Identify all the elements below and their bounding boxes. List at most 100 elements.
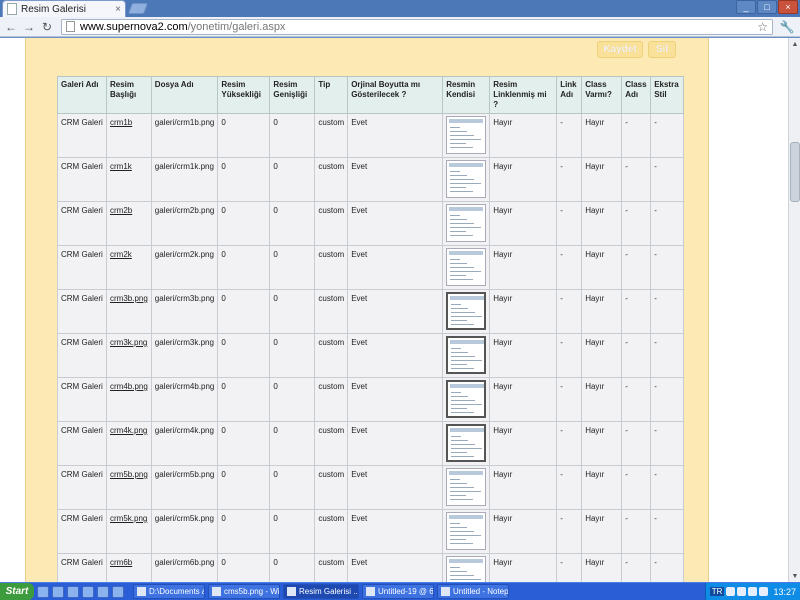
wrench-icon[interactable]: 🔧 [779,19,795,35]
scroll-up-icon[interactable]: ▲ [790,39,800,49]
cell-image[interactable] [442,201,491,246]
language-indicator[interactable]: TR [709,587,725,596]
cell-original-size: Evet [347,245,444,290]
minimize-button[interactable]: _ [736,0,756,14]
cell-image[interactable] [442,157,491,202]
cell-has-class: Hayır [581,553,623,582]
address-bar[interactable]: www.supernova2.com /yonetim/galeri.aspx … [61,18,773,35]
image-thumbnail[interactable] [446,512,487,550]
image-title-link[interactable]: crm5b.png [110,470,148,479]
cell-image-title[interactable]: crm6b [106,553,152,582]
task-button[interactable]: Untitled - Notepad [437,584,509,599]
quicklaunch-tool-icon[interactable] [112,585,124,598]
cell-image-title[interactable]: crm1b [106,113,152,158]
image-title-link[interactable]: crm2b [110,206,132,215]
cell-image[interactable] [442,245,491,290]
cell-image-height: 0 [217,157,271,202]
bookmark-star-icon[interactable]: ☆ [757,20,768,34]
table-row: CRM Galeri crm4b.png galeri/crm4b.png 0 0 cus… [57,377,685,422]
task-button[interactable]: D:\Documents a... [133,584,205,599]
browser-tab[interactable]: Resim Galerisi × [2,0,126,17]
cell-image[interactable] [442,465,491,510]
window-icon [287,587,296,596]
quicklaunch-folder-icon[interactable] [82,585,94,598]
cell-image-title[interactable]: crm1k [106,157,152,202]
task-button[interactable]: Resim Galerisi ... [283,584,359,599]
image-title-link[interactable]: crm4b.png [110,382,148,391]
image-title-link[interactable]: crm2k [110,250,132,259]
image-title-link[interactable]: crm1k [110,162,132,171]
image-title-link[interactable]: crm1b [110,118,132,127]
tray-icon[interactable] [748,587,758,596]
header-extra-style: Ekstra Stil [650,76,685,114]
delete-button[interactable]: Sil [648,41,676,58]
cell-image-width: 0 [269,289,316,334]
image-thumbnail[interactable] [446,424,487,462]
tray-icon[interactable] [726,587,736,596]
cell-image-title[interactable]: crm3k.png [106,333,152,378]
clock: 13:27 [773,586,796,597]
image-thumbnail[interactable] [446,248,487,286]
task-button[interactable]: Untitled-19 @ 6... [362,584,434,599]
save-button[interactable]: Kaydet [597,41,643,58]
cell-gallery-name: CRM Galeri [57,333,107,378]
cell-image-width: 0 [269,245,316,290]
volume-icon[interactable] [759,587,769,596]
header-has-class: Class Varmı? [581,76,623,114]
back-button[interactable]: ← [3,19,19,35]
cell-image-title[interactable]: crm3b.png [106,289,152,334]
cell-image[interactable] [442,289,491,334]
image-thumbnail[interactable] [446,336,487,374]
image-title-link[interactable]: crm3b.png [110,294,148,303]
cell-extra-style: - [650,113,685,158]
close-tab-icon[interactable]: × [115,4,121,15]
task-button[interactable]: cms5b.png - Win... [208,584,280,599]
cell-image-title[interactable]: crm5b.png [106,465,152,510]
cell-image-title[interactable]: crm4k.png [106,421,152,466]
cell-image-title[interactable]: crm4b.png [106,377,152,422]
cell-file-name: galeri/crm4k.png [150,421,219,466]
forward-button[interactable]: → [21,19,37,35]
vertical-scrollbar[interactable]: ▲ ▼ [788,38,800,582]
cell-class-name: - [621,421,652,466]
quicklaunch-firefox-icon[interactable] [67,585,79,598]
cell-image[interactable] [442,377,491,422]
start-button[interactable]: Start [0,583,34,600]
image-thumbnail[interactable] [446,468,487,506]
reload-button[interactable]: ↻ [39,19,55,35]
system-tray: TR 13:27 [704,582,800,600]
cell-image[interactable] [442,553,491,582]
image-thumbnail[interactable] [446,292,487,330]
cell-original-size: Evet [347,201,444,246]
image-thumbnail[interactable] [446,380,487,418]
cell-gallery-name: CRM Galeri [57,377,107,422]
new-tab-button[interactable] [127,3,149,14]
image-title-link[interactable]: crm3k.png [110,338,147,347]
quicklaunch-browser-icon[interactable] [52,585,64,598]
image-thumbnail[interactable] [446,556,487,582]
close-window-button[interactable]: × [778,0,798,14]
image-title-link[interactable]: crm6b [110,558,132,567]
image-title-link[interactable]: crm5k.png [110,514,147,523]
cell-image-title[interactable]: crm2k [106,245,152,290]
maximize-button[interactable]: □ [757,0,777,14]
cell-image[interactable] [442,509,491,554]
cell-image-title[interactable]: crm2b [106,201,152,246]
scroll-down-icon[interactable]: ▼ [790,571,800,581]
quicklaunch-desktop-icon[interactable] [37,585,49,598]
quicklaunch-chrome-icon[interactable] [97,585,109,598]
cell-extra-style: - [650,421,685,466]
cell-image-height: 0 [217,553,271,582]
tray-icon[interactable] [737,587,747,596]
image-thumbnail[interactable] [446,160,487,198]
cell-image[interactable] [442,421,491,466]
cell-image-title[interactable]: crm5k.png [106,509,152,554]
cell-image-width: 0 [269,377,316,422]
cell-image[interactable] [442,113,491,158]
image-thumbnail[interactable] [446,204,487,242]
image-thumbnail[interactable] [446,116,487,154]
scrollbar-thumb[interactable] [790,142,800,202]
cell-gallery-name: CRM Galeri [57,157,107,202]
image-title-link[interactable]: crm4k.png [110,426,147,435]
cell-image[interactable] [442,333,491,378]
